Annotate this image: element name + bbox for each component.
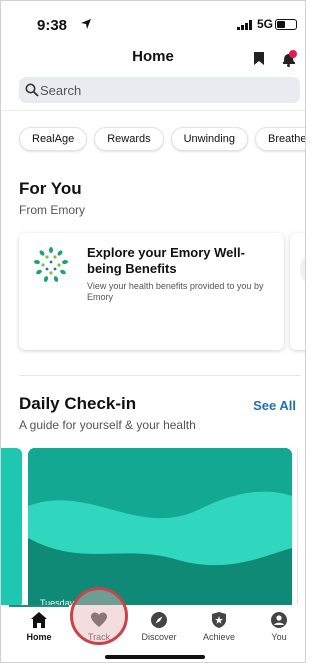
shield-star-icon (212, 612, 226, 628)
chip-realage[interactable]: RealAge (19, 127, 88, 151)
daily-checkin-card[interactable]: Tuesday (28, 448, 292, 618)
card-image (300, 251, 305, 287)
chip-breathe[interactable]: Breathe and (254, 127, 305, 151)
benefits-card[interactable]: Explore your Emory Well-being Benefits V… (19, 233, 284, 350)
app-screen: 9:38 5G Home RealAgeRewardsUnwindingBrea… (0, 0, 306, 663)
signal-icon (237, 20, 252, 30)
wave-illustration (28, 448, 292, 618)
location-arrow-icon (81, 19, 91, 29)
topic-chips: RealAgeRewardsUnwindingBreathe and (19, 127, 305, 151)
daily-checkin-subtitle: A guide for yourself & your health (19, 418, 196, 432)
card-description: View your health benefits provided to yo… (87, 281, 264, 302)
person-icon (271, 612, 287, 628)
tab-label: You (271, 632, 287, 642)
previous-checkin-card[interactable] (1, 448, 22, 608)
for-you-subtitle: From Emory (19, 203, 85, 217)
next-card-peek[interactable] (290, 233, 305, 350)
status-bar: 9:38 5G (1, 1, 305, 45)
search-bar[interactable] (19, 77, 300, 103)
bookmark-icon[interactable] (253, 51, 265, 66)
emory-wellbeing-logo-icon (34, 247, 68, 282)
search-icon (25, 83, 39, 97)
active-tab-indicator (9, 605, 69, 607)
network-type: 5G (257, 17, 274, 31)
tab-label: Discover (141, 632, 177, 642)
tab-you[interactable]: You (249, 611, 305, 642)
chip-rewards[interactable]: Rewards (94, 127, 164, 151)
tab-home[interactable]: Home (9, 611, 69, 642)
search-input[interactable] (40, 77, 290, 103)
chip-unwinding[interactable]: Unwinding (170, 127, 248, 151)
bell-icon[interactable] (281, 50, 297, 67)
compass-icon (151, 612, 167, 628)
daily-checkin-title: Daily Check-in (19, 394, 137, 413)
battery-icon (275, 19, 297, 30)
track-tab-highlight-circle (70, 587, 128, 645)
card-title: Explore your Emory Well-being Benefits (87, 245, 245, 276)
home-indicator (105, 655, 205, 659)
tab-discover[interactable]: Discover (129, 611, 189, 642)
section-divider (19, 375, 300, 376)
divider (1, 110, 305, 111)
status-time: 9:38 (37, 17, 68, 34)
tab-label: Home (26, 632, 52, 642)
see-all-link[interactable]: See All (253, 398, 296, 413)
home-icon (31, 612, 47, 628)
next-checkin-card[interactable] (297, 448, 305, 618)
tab-label: Achieve (202, 632, 236, 642)
tab-achieve[interactable]: Achieve (189, 611, 249, 642)
for-you-title: For You (19, 179, 82, 198)
